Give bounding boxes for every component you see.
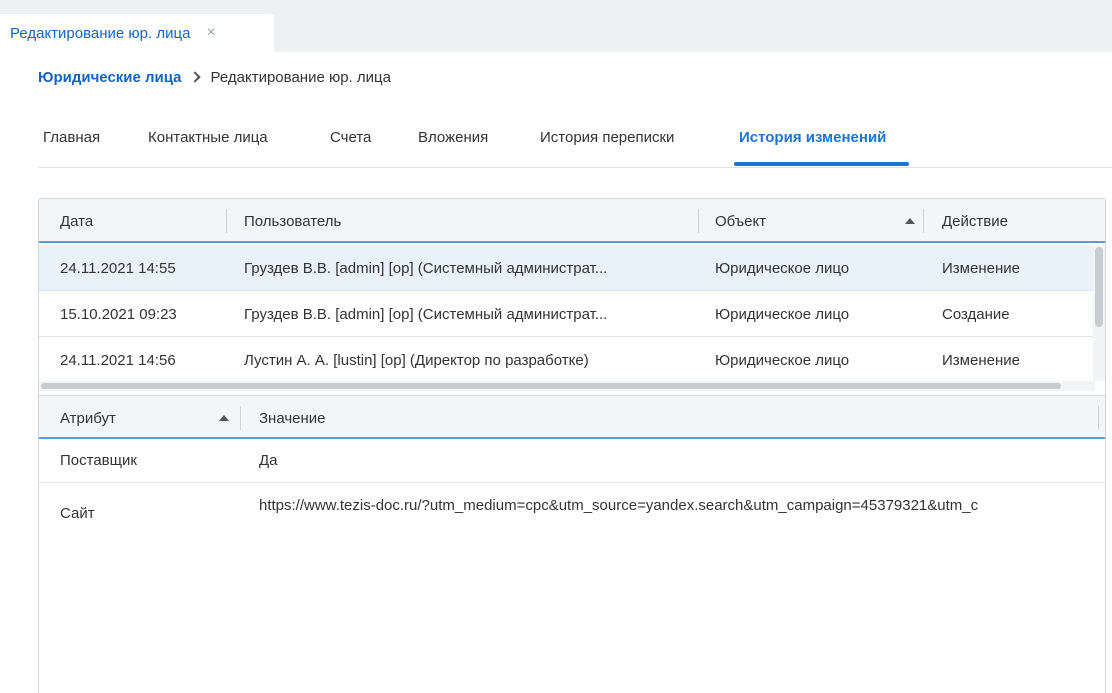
cell-attribute: Сайт (60, 505, 95, 522)
column-header-value[interactable]: Значение (259, 396, 326, 440)
chevron-right-icon (188, 71, 201, 83)
cell-attribute: Поставщик (60, 452, 137, 469)
cell-action: Изменение (942, 351, 1020, 369)
tab-attachments[interactable]: Вложения (418, 116, 488, 168)
attributes-grid-header: Атрибут Значение (39, 395, 1105, 439)
cell-action: Создание (942, 305, 1010, 323)
breadcrumb-current: Редактирование юр. лица (210, 68, 391, 86)
section-tabs: Главная Контактные лица Счета Вложения И… (0, 116, 1112, 168)
page-content: Юридические лица Редактирование юр. лица… (0, 52, 1112, 693)
column-resize-handle[interactable] (923, 209, 924, 233)
horizontal-scrollbar-thumb[interactable] (41, 383, 1061, 389)
cell-object: Юридическое лицо (715, 305, 850, 323)
table-row[interactable]: 24.11.2021 14:56 Лустин А. А. [lustin] [… (39, 337, 1105, 383)
column-header-object[interactable]: Объект (715, 199, 766, 243)
breadcrumb: Юридические лица Редактирование юр. лица (38, 67, 391, 87)
cell-user: Груздев В.В. [admin] [op] (Системный адм… (244, 305, 608, 323)
column-resize-handle[interactable] (698, 209, 699, 233)
tab-main[interactable]: Главная (43, 116, 100, 168)
cell-action: Изменение (942, 259, 1020, 277)
tab-change-history[interactable]: История изменений (739, 116, 886, 168)
column-resize-handle[interactable] (1098, 406, 1099, 430)
cell-value: Да (259, 452, 278, 469)
table-row[interactable]: 15.10.2021 09:23 Груздев В.В. [admin] [o… (39, 291, 1105, 337)
history-grid-vertical-scrollbar[interactable] (1093, 245, 1105, 381)
close-icon[interactable]: × (206, 25, 215, 41)
cell-date: 24.11.2021 14:56 (60, 351, 176, 369)
sort-ascending-icon[interactable] (219, 396, 229, 440)
table-row[interactable]: 24.11.2021 14:55 Груздев В.В. [admin] [o… (39, 245, 1105, 291)
cell-date: 24.11.2021 14:55 (60, 259, 176, 277)
list-item[interactable]: Сайт https://www.tezis-doc.ru/?utm_mediu… (39, 483, 1105, 523)
cell-object: Юридическое лицо (715, 351, 850, 369)
column-header-date[interactable]: Дата (60, 199, 93, 243)
tab-correspondence-history[interactable]: История переписки (540, 116, 674, 168)
cell-date: 15.10.2021 09:23 (60, 305, 177, 323)
cell-object: Юридическое лицо (715, 259, 850, 277)
vertical-scrollbar-thumb[interactable] (1095, 247, 1103, 327)
cell-user: Груздев В.В. [admin] [op] (Системный адм… (244, 259, 608, 277)
cell-value: https://www.tezis-doc.ru/?utm_medium=cpc… (259, 497, 979, 514)
column-header-action[interactable]: Действие (942, 199, 1008, 243)
column-resize-handle[interactable] (226, 209, 227, 233)
sort-ascending-icon[interactable] (905, 199, 915, 243)
list-item[interactable]: Поставщик Да (39, 439, 1105, 483)
cell-user: Лустин А. А. [lustin] [op] (Директор по … (244, 351, 589, 369)
window-tab-strip: Редактирование юр. лица × (0, 0, 1112, 52)
active-tab-indicator (734, 162, 909, 166)
window-tab-edit-legal-entity[interactable]: Редактирование юр. лица × (0, 14, 274, 52)
breadcrumb-link-legal-entities[interactable]: Юридические лица (38, 69, 182, 86)
window-tab-label: Редактирование юр. лица (10, 24, 191, 42)
tab-accounts[interactable]: Счета (330, 116, 371, 168)
tab-contacts[interactable]: Контактные лица (148, 116, 268, 168)
column-resize-handle[interactable] (240, 406, 241, 430)
history-grid-horizontal-scrollbar[interactable] (39, 381, 1095, 391)
change-history-panel: Дата Пользователь Объект Действие 24.11.… (38, 198, 1106, 693)
tabs-divider (38, 167, 1112, 168)
history-grid-header: Дата Пользователь Объект Действие (39, 199, 1105, 243)
column-header-user[interactable]: Пользователь (244, 199, 341, 243)
column-header-attribute[interactable]: Атрибут (60, 396, 116, 440)
